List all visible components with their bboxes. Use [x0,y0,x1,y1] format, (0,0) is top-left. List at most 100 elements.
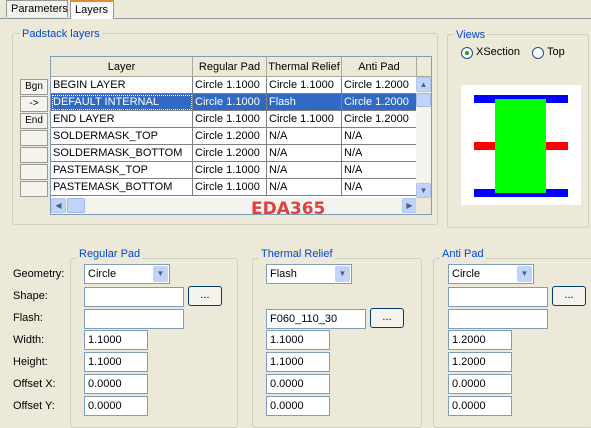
table-cell-layer[interactable]: PASTEMASK_TOP [51,162,193,179]
table-cell-regular[interactable]: Circle 1.1000 [193,162,267,179]
column-header-anti-pad[interactable]: Anti Pad [342,57,417,77]
regular-pad-width-input[interactable]: 1.1000 [84,330,148,350]
table-cell-regular[interactable]: Circle 1.1000 [193,111,267,128]
anti-pad-geometry-select[interactable]: Circle ▼ [448,264,534,284]
table-cell-anti[interactable]: N/A [342,128,417,145]
horizontal-scroll-thumb[interactable] [67,198,85,213]
tab-parameters[interactable]: Parameters [6,0,68,17]
regular-pad-offset-x-input[interactable]: 0.0000 [84,374,148,394]
views-title: Views [454,29,488,41]
thermal-relief-height-input[interactable]: 1.1000 [266,352,330,372]
table-cell-layer[interactable]: DEFAULT INTERNAL [51,94,193,111]
thermal-relief-flash-browse-button[interactable]: ... [370,308,404,328]
table-cell-thermal[interactable]: N/A [267,128,342,145]
regular-pad-shape-input[interactable] [84,287,184,307]
padstack-layers-title: Padstack layers [20,28,102,40]
horizontal-scrollbar[interactable]: ◀ ▶ [51,198,417,214]
table-row[interactable]: SOLDERMASK_TOP Circle 1.2000 N/A N/A [51,128,417,145]
thermal-relief-geometry-value: Flash [270,268,297,280]
chevron-down-icon[interactable]: ▼ [335,266,350,282]
table-cell-anti[interactable]: Circle 1.2000 [342,77,417,94]
chevron-down-icon[interactable]: ▼ [153,266,168,282]
thermal-relief-width-input[interactable]: 1.1000 [266,330,330,350]
thermal-relief-offset-x-input[interactable]: 0.0000 [266,374,330,394]
table-cell-anti[interactable]: N/A [342,179,417,196]
column-header-thermal-relief[interactable]: Thermal Relief [267,57,342,77]
height-label: Height: [13,356,48,368]
watermark-text: EDA365 [251,199,326,219]
drill-hole-shape [495,99,546,193]
anti-pad-offset-x-input[interactable]: 0.0000 [448,374,512,394]
column-header-layer[interactable]: Layer [51,57,193,77]
table-cell-anti[interactable]: N/A [342,145,417,162]
offset-y-label: Offset Y: [13,400,55,412]
anti-pad-height-input[interactable]: 1.2000 [448,352,512,372]
anti-pad-offset-y-input[interactable]: 0.0000 [448,396,512,416]
table-cell-thermal[interactable]: Circle 1.1000 [267,77,342,94]
table-cell-thermal[interactable]: Circle 1.1000 [267,111,342,128]
table-cell-layer[interactable]: SOLDERMASK_TOP [51,128,193,145]
table-cell-layer[interactable]: BEGIN LAYER [51,77,193,94]
scroll-right-arrow-icon[interactable]: ▶ [402,198,417,213]
table-cell-thermal[interactable]: Flash [267,94,342,111]
regular-pad-geometry-select[interactable]: Circle ▼ [84,264,170,284]
table-cell-anti[interactable]: Circle 1.2000 [342,94,417,111]
table-row[interactable]: END LAYER Circle 1.1000 Circle 1.1000 Circl… [51,111,417,128]
row-select-button[interactable] [20,164,48,180]
regular-pad-height-input[interactable]: 1.1000 [84,352,148,372]
regular-pad-offset-y-input[interactable]: 0.0000 [84,396,148,416]
padstack-layers-table[interactable]: Layer Regular Pad Thermal Relief Anti Pa… [50,56,432,215]
anti-pad-shape-browse-button[interactable]: ... [552,286,586,306]
scroll-left-arrow-icon[interactable]: ◀ [51,198,66,213]
table-cell-thermal[interactable]: N/A [267,145,342,162]
scroll-up-arrow-icon[interactable]: ▲ [416,77,431,92]
table-cell-anti[interactable]: N/A [342,162,417,179]
default-internal-button[interactable]: -> [20,96,48,112]
anti-pad-shape-input[interactable] [448,287,548,307]
begin-layer-button[interactable]: Bgn [20,79,48,95]
column-header-regular-pad[interactable]: Regular Pad [193,57,267,77]
regular-pad-shape-browse-button[interactable]: ... [188,286,222,306]
table-row[interactable]: PASTEMASK_TOP Circle 1.1000 N/A N/A [51,162,417,179]
anti-pad-width-input[interactable]: 1.2000 [448,330,512,350]
tab-layers[interactable]: Layers [70,0,114,19]
scroll-down-arrow-icon[interactable]: ▼ [416,183,431,198]
padstack-cross-section-drawing [474,95,568,197]
vertical-scrollbar[interactable]: ▲ ▼ [416,77,431,198]
thermal-relief-title: Thermal Relief [259,248,335,260]
chevron-down-icon[interactable]: ▼ [517,266,532,282]
table-row[interactable]: PASTEMASK_BOTTOM Circle 1.1000 N/A N/A [51,179,417,196]
top-view-radio[interactable] [532,47,544,59]
row-select-button[interactable] [20,147,48,163]
xsection-label: XSection [476,46,521,58]
table-row[interactable]: SOLDERMASK_BOTTOM Circle 1.2000 N/A N/A [51,145,417,162]
end-layer-button[interactable]: End [20,113,48,129]
table-cell-layer[interactable]: PASTEMASK_BOTTOM [51,179,193,196]
table-cell-thermal[interactable]: N/A [267,179,342,196]
scroll-corner [416,198,431,214]
offset-x-label: Offset X: [13,378,56,390]
padstack-preview [461,85,581,205]
thermal-relief-offset-y-input[interactable]: 0.0000 [266,396,330,416]
table-cell-layer[interactable]: END LAYER [51,111,193,128]
table-row[interactable]: DEFAULT INTERNAL Circle 1.1000 Flash Circle… [51,94,417,111]
table-cell-regular[interactable]: Circle 1.2000 [193,145,267,162]
xsection-radio[interactable] [461,47,473,59]
regular-pad-flash-input[interactable] [84,309,184,329]
geometry-label: Geometry: [13,268,65,280]
table-cell-regular[interactable]: Circle 1.1000 [193,77,267,94]
thermal-relief-flash-input[interactable]: F060_110_30 [266,309,366,329]
table-cell-regular[interactable]: Circle 1.1000 [193,94,267,111]
table-cell-regular[interactable]: Circle 1.1000 [193,179,267,196]
table-cell-regular[interactable]: Circle 1.2000 [193,128,267,145]
thermal-relief-geometry-select[interactable]: Flash ▼ [266,264,352,284]
table-row[interactable]: BEGIN LAYER Circle 1.1000 Circle 1.1000 Cir… [51,77,417,94]
table-cell-thermal[interactable]: N/A [267,162,342,179]
row-select-button[interactable] [20,130,48,146]
row-select-button[interactable] [20,181,48,197]
anti-pad-flash-input[interactable] [448,309,548,329]
vertical-scroll-thumb[interactable] [416,93,431,107]
table-cell-anti[interactable]: Circle 1.2000 [342,111,417,128]
shape-label: Shape: [13,290,48,302]
table-cell-layer[interactable]: SOLDERMASK_BOTTOM [51,145,193,162]
